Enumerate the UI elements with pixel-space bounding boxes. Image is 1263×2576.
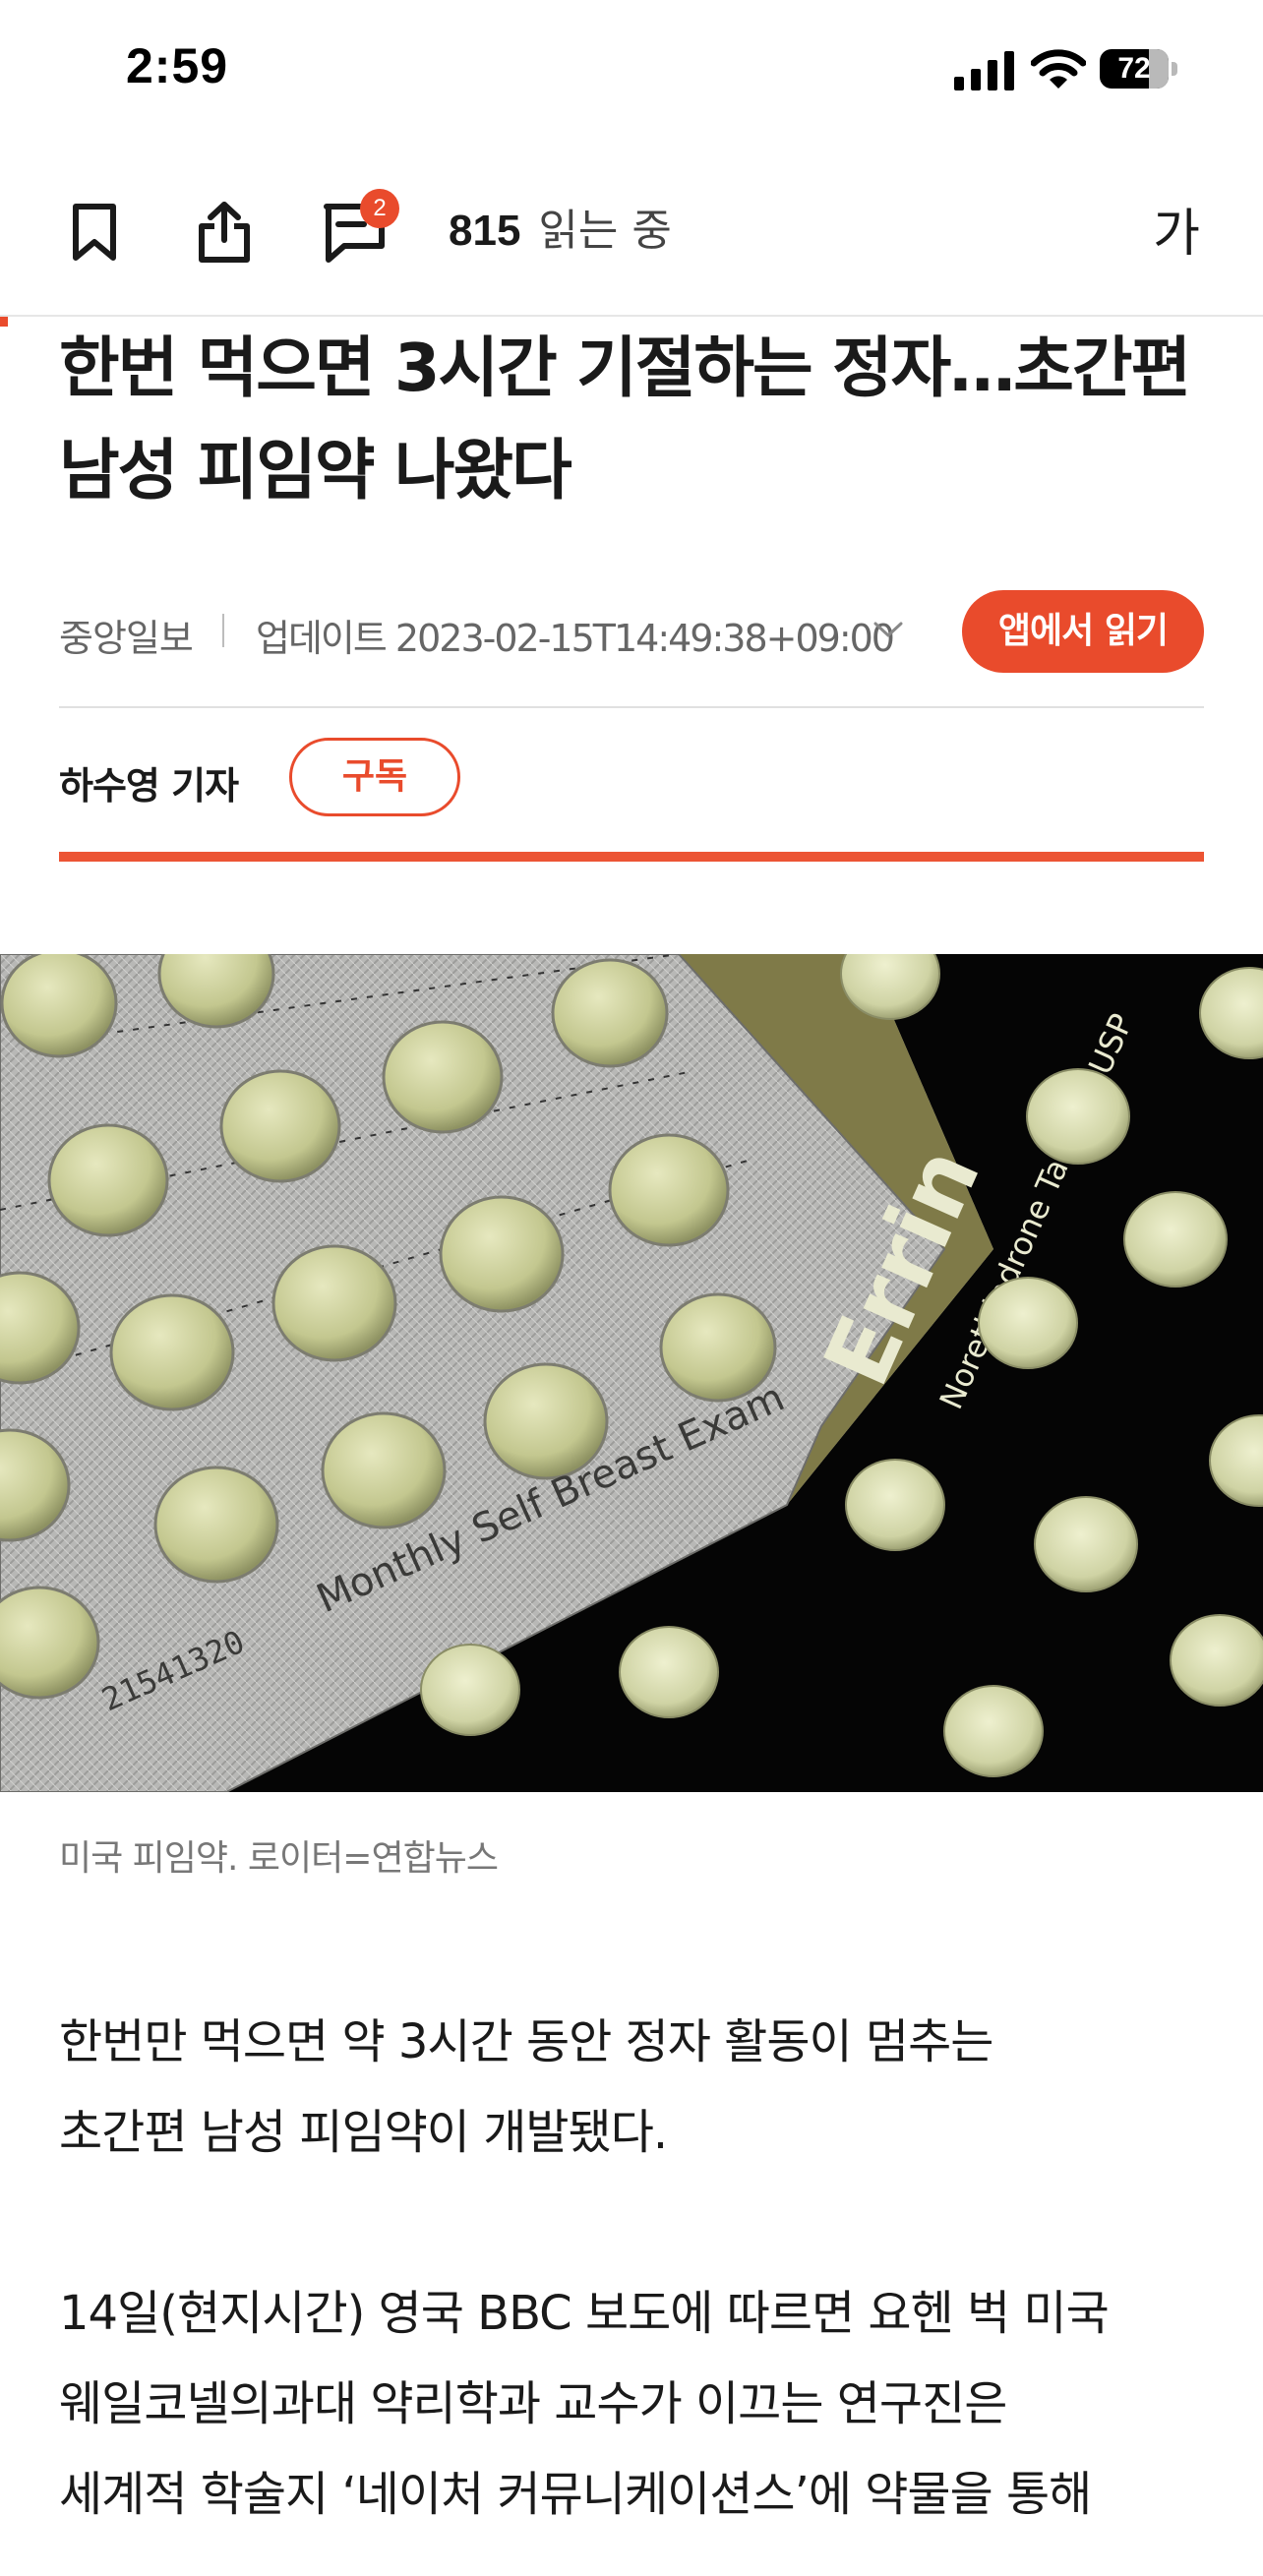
body-line: 14일(현지시간) 영국 BBC 보도에 따르면 요헨 벅 미국 <box>59 2286 1110 2341</box>
battery-icon: 72 <box>1100 49 1180 90</box>
share-icon <box>199 202 250 263</box>
author-name[interactable]: 하수영 기자 <box>59 755 239 809</box>
divider <box>59 706 1204 708</box>
article-meta: 중앙일보 업데이트 2023-02-15T14:49:38+09:00 앱에서 … <box>59 590 1204 673</box>
chevron-down-icon[interactable] <box>872 616 905 643</box>
body-paragraph: 14일(현지시간) 영국 BBC 보도에 따르면 요헨 벅 미국 웨일코넬의과대… <box>59 2268 1204 2540</box>
comment-button[interactable]: 2 <box>313 187 399 275</box>
author-row: 하수영 기자 구독 <box>59 738 1204 820</box>
body-paragraph: 한번만 먹으면 약 3시간 동안 정자 활동이 멈추는 초간편 남성 피임약이 … <box>59 1997 1204 2178</box>
article-body: 한번만 먹으면 약 3시간 동안 정자 활동이 멈추는 초간편 남성 피임약이 … <box>59 1997 1204 2540</box>
article-headline: 한번 먹으면 3시간 기절하는 정자…초간편 남성 피임약 나왔다 <box>59 329 1191 509</box>
open-in-app-button[interactable]: 앱에서 읽기 <box>962 590 1204 673</box>
battery-level: 72 <box>1117 52 1151 85</box>
share-button[interactable] <box>185 187 264 275</box>
readers-label: 읽는 중 <box>538 206 672 256</box>
bookmark-icon <box>73 204 116 261</box>
article-toolbar: 2 815 읽는 중 가 <box>0 157 1263 317</box>
status-bar: 2:59 72 <box>0 0 1263 148</box>
meta-divider <box>222 614 224 647</box>
font-size-button[interactable]: 가 <box>1137 197 1216 271</box>
section-accent-rule <box>59 852 1204 862</box>
publisher-name: 중앙일보 <box>59 617 194 660</box>
signal-icon <box>954 51 1014 90</box>
photo-caption: 미국 피임약. 로이터=연합뉴스 <box>59 1838 499 1879</box>
subscribe-button[interactable]: 구독 <box>289 738 460 816</box>
body-line: 한번만 먹으면 약 3시간 동안 정자 활동이 멈추는 <box>59 2014 993 2069</box>
status-time: 2:59 <box>126 38 229 93</box>
wifi-icon <box>1031 49 1086 89</box>
body-line: 초간편 남성 피임약이 개발됐다. <box>59 2105 668 2160</box>
accent-mark <box>0 317 8 327</box>
bookmark-button[interactable] <box>55 187 134 275</box>
article-photo[interactable]: Monthly Self Breast Exam 21541320 Errin … <box>0 954 1263 1792</box>
body-line: 웨일코넬의과대 약리학과 교수가 이끄는 연구진은 <box>59 2376 1007 2431</box>
readers-indicator: 815 읽는 중 <box>449 197 672 266</box>
update-timestamp[interactable]: 업데이트 2023-02-15T14:49:38+09:00 <box>256 608 895 662</box>
comment-count-badge: 2 <box>360 189 399 228</box>
readers-count: 815 <box>449 207 521 255</box>
body-line: 세계적 학술지 ‘네이처 커뮤니케이션스’에 약물을 통해 <box>59 2467 1092 2522</box>
